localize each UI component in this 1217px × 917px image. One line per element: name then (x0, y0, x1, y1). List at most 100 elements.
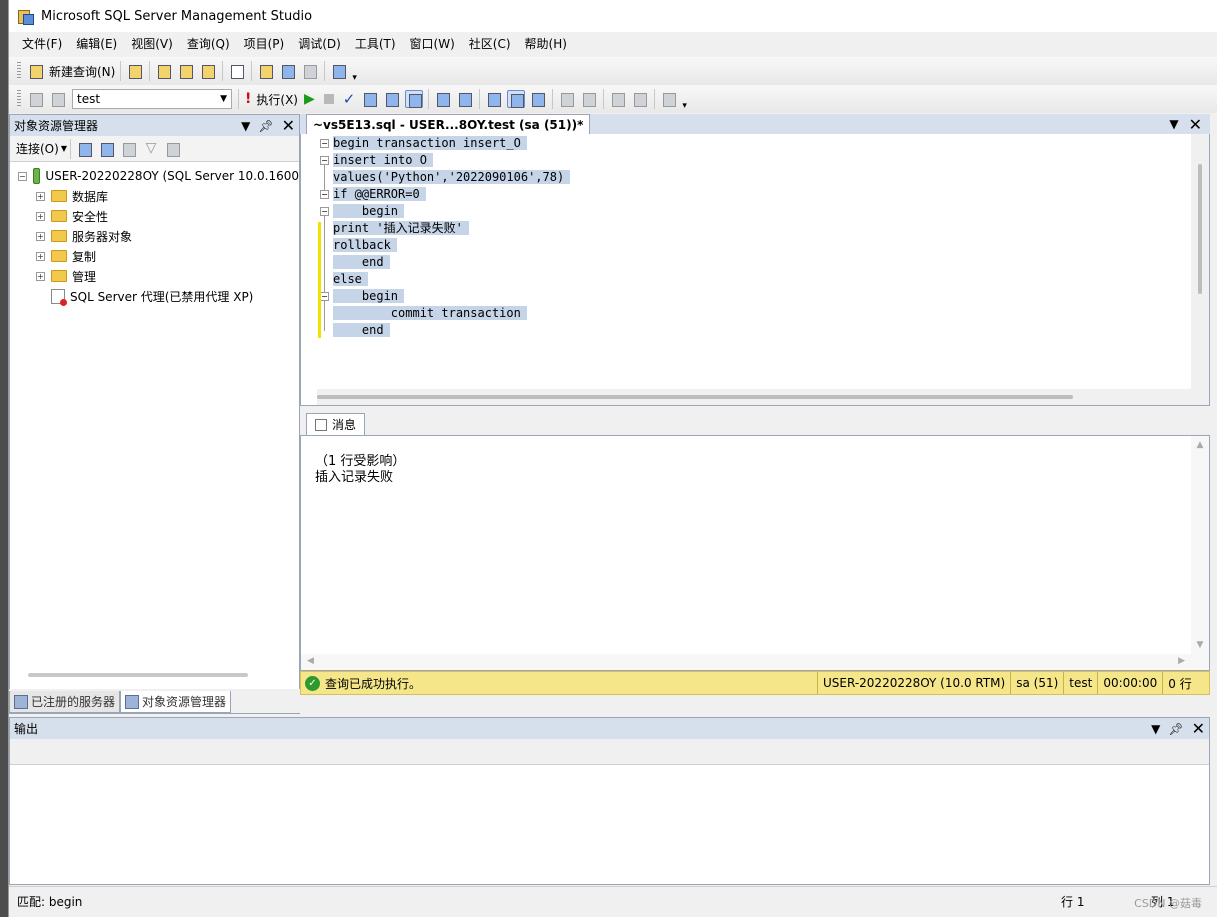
results-to-file-icon[interactable] (529, 90, 547, 108)
scroll-thumb[interactable] (317, 395, 1073, 399)
fold-collapse-icon[interactable]: − (320, 292, 329, 301)
uncomment-icon[interactable] (580, 90, 598, 108)
scroll-right-icon[interactable]: ▶ (1178, 656, 1185, 666)
tree-node-management[interactable]: + 管理 (10, 266, 299, 286)
tree-node-server[interactable]: − USER-20220228OY (SQL Server 10.0.1600 (10, 166, 299, 186)
chevron-down-icon[interactable]: ▼ (61, 144, 67, 153)
scroll-down-icon[interactable]: ▼ (1191, 640, 1209, 650)
window-position-icon[interactable]: ▼ (241, 119, 250, 133)
code-editor[interactable]: − − − − − begin transaction insert_O ins… (300, 134, 1210, 406)
menu-project[interactable]: 项目(P) (237, 32, 292, 56)
comment-icon[interactable] (558, 90, 576, 108)
tab-messages[interactable]: 消息 (306, 413, 366, 435)
expand-icon[interactable]: + (36, 191, 45, 201)
parse-check-icon[interactable]: ✓ (343, 90, 356, 108)
refresh-icon[interactable] (164, 140, 182, 158)
pin-icon[interactable]: 📌︎ (1168, 722, 1183, 736)
tree-node-sql-agent[interactable]: SQL Server 代理(已禁用代理 XP) (10, 286, 299, 306)
tree-node-security[interactable]: + 安全性 (10, 206, 299, 226)
status-elapsed-time: 00:00:00 (1097, 672, 1162, 694)
include-plan-icon[interactable] (434, 90, 452, 108)
fold-collapse-icon[interactable]: − (320, 139, 329, 148)
analysis-query-icon[interactable] (155, 62, 173, 80)
tab-registered-servers[interactable]: 已注册的服务器 (9, 691, 121, 713)
menu-help[interactable]: 帮助(H) (518, 32, 574, 56)
fold-collapse-icon[interactable]: − (320, 156, 329, 165)
toolbar-overflow-icon[interactable]: ▾ (682, 101, 687, 111)
close-icon[interactable]: ✕ (1192, 719, 1205, 738)
cancel-query-icon[interactable] (323, 94, 334, 104)
horizontal-scrollbar[interactable] (28, 673, 248, 677)
increase-indent-icon[interactable] (631, 90, 649, 108)
tree-node-replication[interactable]: + 复制 (10, 246, 299, 266)
close-icon[interactable]: ✕ (1189, 115, 1202, 134)
menu-debug[interactable]: 调试(D) (291, 32, 348, 56)
new-file-icon[interactable] (228, 62, 246, 80)
menu-view[interactable]: 视图(V) (124, 32, 180, 56)
decrease-indent-icon[interactable] (609, 90, 627, 108)
open-folder-icon[interactable] (257, 62, 275, 80)
expand-icon[interactable]: + (36, 231, 45, 241)
activity-monitor-icon[interactable] (330, 62, 348, 80)
xmla-query-icon[interactable] (199, 62, 217, 80)
client-statistics-icon[interactable] (456, 90, 474, 108)
menu-tools[interactable]: 工具(T) (348, 32, 403, 56)
display-estimated-plan-icon[interactable] (361, 90, 379, 108)
connect-icon[interactable] (27, 90, 45, 108)
expand-icon[interactable]: + (36, 211, 45, 221)
pin-icon[interactable]: 📌︎ (258, 119, 273, 133)
fold-collapse-icon[interactable]: − (320, 207, 329, 216)
scroll-up-icon[interactable]: ▲ (1191, 440, 1209, 450)
window-position-icon[interactable]: ▼ (1151, 722, 1160, 736)
vertical-scrollbar[interactable]: ▲ ▼ (1191, 436, 1209, 670)
dmx-query-icon[interactable] (177, 62, 195, 80)
horizontal-scrollbar[interactable] (317, 389, 1191, 405)
expand-icon[interactable]: + (36, 271, 45, 281)
new-query-button[interactable]: 新建查询(N) (49, 63, 115, 80)
tab-query-document[interactable]: ~vs5E13.sql - USER...8OY.test (sa (51))* (306, 114, 591, 134)
menu-query[interactable]: 查询(Q) (180, 32, 237, 56)
toolbar-grip[interactable] (17, 62, 21, 80)
toolbar-separator (324, 61, 326, 81)
execute-button[interactable]: 执行(X) (256, 91, 298, 108)
close-icon[interactable]: ✕ (282, 116, 295, 135)
save-icon[interactable] (279, 62, 297, 80)
database-engine-query-icon[interactable] (126, 62, 144, 80)
scroll-left-icon[interactable]: ◀ (307, 656, 314, 666)
specify-template-values-icon[interactable] (660, 90, 678, 108)
collapse-icon[interactable]: − (18, 171, 27, 181)
menu-community[interactable]: 社区(C) (462, 32, 518, 56)
toolbar-overflow-icon[interactable]: ▾ (352, 73, 357, 83)
results-to-text-toggle-icon[interactable] (507, 90, 526, 108)
tree-node-databases[interactable]: + 数据库 (10, 186, 299, 206)
query-designer-icon[interactable] (383, 90, 401, 108)
disconnect-icon[interactable] (98, 140, 116, 158)
debug-play-icon[interactable]: ▶ (304, 91, 315, 107)
fold-collapse-icon[interactable]: − (320, 190, 329, 199)
execute-icon[interactable]: ! (245, 91, 251, 107)
expand-icon[interactable]: + (36, 251, 45, 261)
messages-pane[interactable]: （1 行受影响） 插入记录失败 ▲ ▼ ◀ ▶ (300, 436, 1210, 671)
editor-results-splitter[interactable] (300, 406, 1210, 414)
toolbar-grip[interactable] (17, 90, 21, 108)
menu-file[interactable]: 文件(F) (15, 32, 69, 56)
stop-icon[interactable] (120, 140, 138, 158)
vertical-scrollbar[interactable] (1191, 134, 1209, 405)
horizontal-scrollbar[interactable]: ◀ ▶ (301, 654, 1191, 670)
active-files-icon[interactable]: ▼ (1169, 117, 1178, 131)
results-to-text-icon[interactable] (405, 90, 424, 108)
toolbar-separator (479, 89, 481, 109)
menu-edit[interactable]: 编辑(E) (69, 32, 124, 56)
print-icon[interactable] (301, 62, 319, 80)
connect-dropdown[interactable]: 连接(O) (16, 140, 59, 157)
tree-node-server-objects[interactable]: + 服务器对象 (10, 226, 299, 246)
filter-icon[interactable]: ▽ (142, 140, 160, 158)
connect-server-icon[interactable] (76, 140, 94, 158)
tab-object-explorer[interactable]: 对象资源管理器 (120, 691, 232, 713)
new-query-icon[interactable] (27, 62, 45, 80)
change-connection-icon[interactable] (49, 90, 67, 108)
results-to-grid-icon[interactable] (485, 90, 503, 108)
scroll-thumb[interactable] (1198, 164, 1202, 294)
menu-window[interactable]: 窗口(W) (403, 32, 462, 56)
database-selector[interactable]: test ▼ (72, 89, 232, 109)
